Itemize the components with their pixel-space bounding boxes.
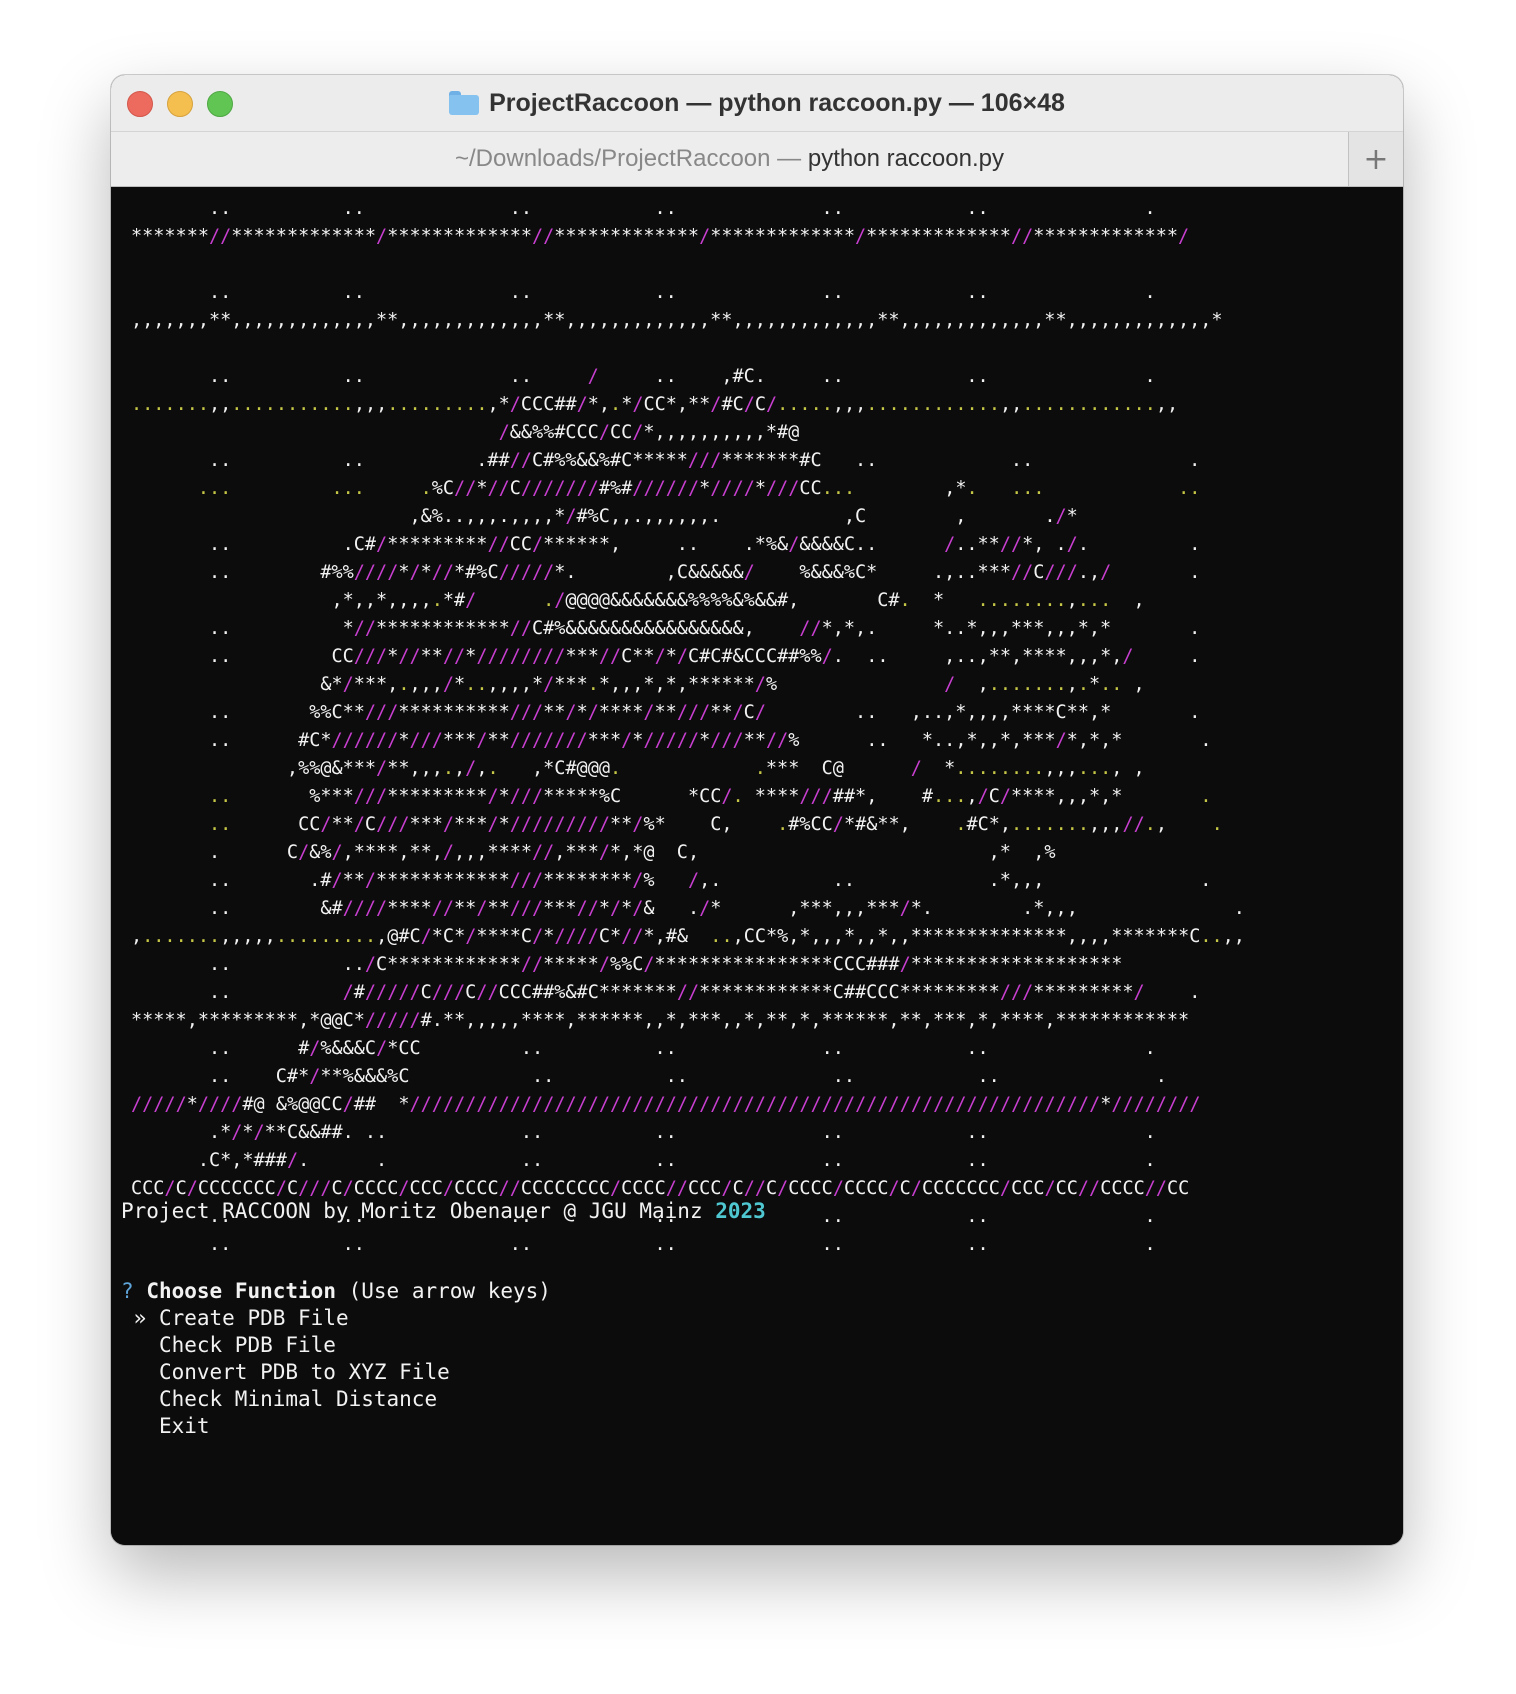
ascii-art-line: *******//*************/*************//**… — [131, 226, 1190, 247]
ascii-art-line: .. C#*/**%&&&%C .. .. .. .. . — [131, 1066, 1167, 1087]
tab-separator: — — [770, 145, 808, 172]
prompt-hint: (Use arrow keys) — [348, 1279, 551, 1303]
window-title: ProjectRaccoon — python raccoon.py — 106… — [489, 88, 1065, 117]
ascii-art-line: .. .. .. .. .. .. . — [131, 198, 1156, 219]
ascii-art-line: /&&%%#CCC/CC/*,,,,,,,,,,*#@ — [498, 422, 800, 443]
terminal-window: ProjectRaccoon — python raccoon.py — 106… — [111, 75, 1403, 1545]
ascii-art-line: ,.......,,,,,.........,@#C/*C*/****C/*//… — [131, 926, 1245, 947]
menu-option-label: Exit — [158, 1414, 210, 1438]
tab-active[interactable]: ~/Downloads/ProjectRaccoon — python racc… — [111, 132, 1348, 186]
ascii-art-line: . C/&%/,****,**,/,,,****//,***/*,*@ C, ,… — [131, 842, 1056, 863]
ascii-art-line: *****,*********,*@@C*/////#.**,,,,,****,… — [131, 1010, 1190, 1031]
ascii-art-line: .. &#////****//**/**///***//*/*/& ./* ,*… — [131, 898, 1245, 919]
new-tab-button[interactable]: + — [1348, 132, 1403, 186]
ascii-art-line: .. #C*//////*///***/**///////***/*/////*… — [131, 730, 1212, 751]
tab-path: ~/Downloads/ProjectRaccoon — [455, 145, 771, 172]
ascii-art: .. .. .. .. .. .. . *******//************… — [131, 195, 1391, 1255]
close-button[interactable] — [127, 91, 153, 117]
ascii-art-line: .C*,*###/. . .. .. .. .. . — [131, 1150, 1156, 1171]
menu-option-create-pdb[interactable]: » Create PDB File — [121, 1306, 349, 1330]
tab-command: python raccoon.py — [807, 145, 1004, 172]
menu-option-check-distance[interactable]: Check Minimal Distance — [121, 1387, 437, 1411]
window-title-group: ProjectRaccoon — python raccoon.py — 106… — [449, 89, 1065, 118]
ascii-art-line: .. *//************//C#%&&&&&&&&&&&&&&&&,… — [131, 618, 1201, 639]
selection-pointer-icon: » — [133, 1306, 147, 1330]
ascii-art-line: .. %%C**///**********///**/*/****/**///*… — [131, 702, 1201, 723]
folder-icon — [449, 91, 480, 115]
ascii-art-line: .. CC/**/C///***/***/*/////////**/%* C, … — [208, 814, 1223, 835]
ascii-art-line: .. ../C************//*****/%%C/*********… — [131, 954, 1123, 975]
ascii-art-line: &*/***,.,,,/*..,,,,*/***.*,,,*,*,******/… — [131, 674, 1145, 695]
ascii-art-line: /////*////#@ &%@@CC/## *////////////////… — [131, 1094, 1201, 1115]
ascii-art-line: .. %***///*********/*///*****%C *CC/. **… — [208, 786, 1212, 807]
minimize-button[interactable] — [167, 91, 193, 117]
menu-option-label: Convert PDB to XYZ File — [158, 1360, 450, 1384]
ascii-art-line: ,*,,*,,,,.*#/ ./@@@@&&&&&&&%%%%&%&&#, C#… — [131, 590, 1145, 611]
menu-option-label: Check PDB File — [158, 1333, 336, 1357]
ascii-art-line: .*/*/**C&&##. .. .. .. .. .. . — [131, 1122, 1156, 1143]
title-bar[interactable]: ProjectRaccoon — python raccoon.py — 106… — [111, 75, 1403, 131]
ascii-art-line: .. #%%////*/*//*#%C/////*. ,C&&&&&/ %&&&… — [131, 562, 1201, 583]
ascii-art-line: ... ... .%C//*//C///////#%#//////*////*/… — [197, 478, 1201, 499]
zoom-button[interactable] — [207, 91, 233, 117]
plus-icon: + — [1363, 141, 1389, 177]
prompt-line: ? Choose Function (Use arrow keys) — [121, 1279, 551, 1303]
ascii-art-line: .. .. .. / .. ,#C. .. .. . — [131, 366, 1156, 387]
ascii-art-line: .. .. .##//C#%%&&%#C*****///*******#C ..… — [131, 450, 1201, 471]
menu-option-check-pdb[interactable]: Check PDB File — [121, 1333, 336, 1357]
ascii-art-line: .. .. .. .. .. .. . — [131, 282, 1156, 303]
prompt-question: Choose Function — [146, 1279, 336, 1303]
menu-option-label: Check Minimal Distance — [158, 1387, 438, 1411]
terminal-content[interactable]: .. .. .. .. .. .. . *******//************… — [111, 187, 1403, 1545]
banner-year: 2023 — [715, 1199, 766, 1223]
banner-line: Project RACCOON by Moritz Obenauer @ JGU… — [121, 1199, 766, 1223]
ascii-art-line: .. .#/**/************///********/% /,. .… — [131, 870, 1212, 891]
ascii-art-line: ,,,,,,,**,,,,,,,,,,,,,**,,,,,,,,,,,,,**,… — [131, 310, 1223, 331]
prompt-marker: ? — [121, 1279, 134, 1303]
ascii-art-line: .. .C#/*********//CC/******, .. .*%&/&&&… — [131, 534, 1201, 555]
ascii-art-line: .. CC///*//**//*////////***//C**/*/C#C#&… — [131, 646, 1201, 667]
ascii-art-line: .......,,...........,,,.........,*/CCC##… — [131, 394, 1179, 415]
window-controls — [127, 91, 233, 117]
banner-text: Project RACCOON by Moritz Obenauer @ JGU… — [121, 1199, 716, 1223]
menu-option-label: Create PDB File — [158, 1306, 349, 1330]
ascii-art-line: ,&%..,,,.,,,,*/#%C,,.,,,,,,. ,C , ./* — [131, 506, 1078, 527]
ascii-art-line: .. #/%&&&C/*CC .. .. .. .. . — [131, 1038, 1156, 1059]
menu-option-convert-pdb-xyz[interactable]: Convert PDB to XYZ File — [121, 1360, 450, 1384]
ascii-art-line: .. .. .. .. .. .. . — [131, 1234, 1156, 1255]
ascii-art-line: .. /#/////C///C//CCC##%&#C*******//*****… — [131, 982, 1201, 1003]
tab-bar: ~/Downloads/ProjectRaccoon — python racc… — [111, 131, 1403, 187]
menu-option-exit[interactable]: Exit — [121, 1414, 210, 1438]
ascii-art-line: ,%%@&***/**,,,.,/,. ,*C#@@@. .*** C@ / *… — [131, 758, 1145, 779]
